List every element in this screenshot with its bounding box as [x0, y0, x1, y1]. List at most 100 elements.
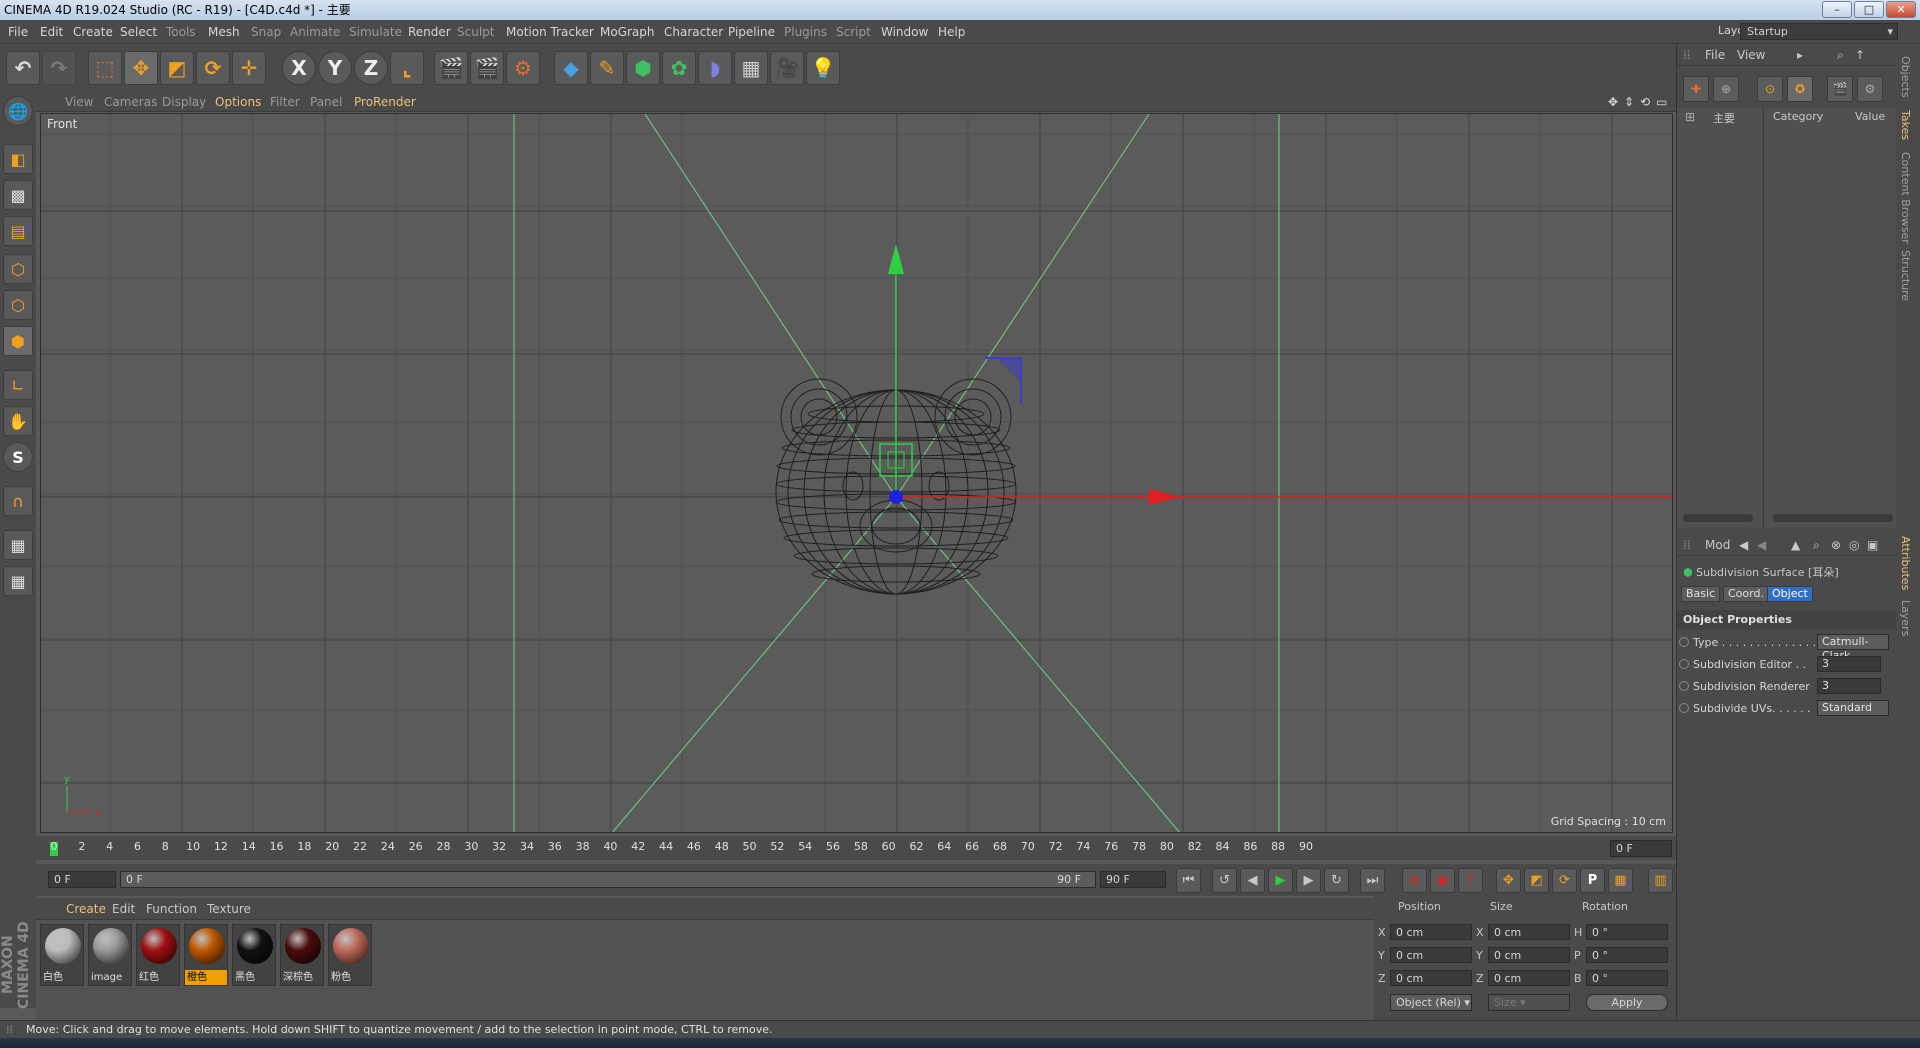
takes-add-icon[interactable]: ⊕: [1713, 76, 1739, 102]
menu-sculpt[interactable]: Sculpt: [457, 25, 494, 39]
position-y-field[interactable]: 0 cm: [1390, 947, 1472, 963]
record-parameter-button[interactable]: P: [1580, 868, 1605, 893]
side-tab-content-browser[interactable]: Content Browser: [1899, 152, 1912, 244]
tab-basic[interactable]: Basic: [1681, 586, 1721, 602]
attributes-search-icon[interactable]: ⌕: [1813, 538, 1820, 553]
side-tab-structure[interactable]: Structure: [1899, 250, 1912, 301]
previous-frame-button[interactable]: ◀: [1240, 868, 1265, 893]
menu-character[interactable]: Character: [664, 25, 723, 39]
current-frame-field[interactable]: 0 F: [1610, 840, 1672, 857]
material-menu-create[interactable]: Create: [66, 902, 106, 916]
record-scale-button[interactable]: ◩: [1524, 868, 1549, 893]
position-z-field[interactable]: 0 cm: [1390, 970, 1472, 986]
takes-expand-icon[interactable]: ⊞: [1685, 110, 1695, 124]
coordinate-system-button[interactable]: ⌞: [390, 51, 424, 85]
attributes-lock-icon[interactable]: ⊗: [1831, 538, 1841, 552]
menu-script[interactable]: Script: [836, 25, 871, 39]
add-light-button[interactable]: 💡: [806, 51, 840, 85]
add-deformer-button[interactable]: ◗: [698, 51, 732, 85]
add-spline-button[interactable]: ✎: [590, 51, 624, 85]
viewport-menu-options[interactable]: Options: [215, 95, 261, 109]
close-button[interactable]: ✕: [1886, 1, 1916, 18]
side-tab-layers[interactable]: Layers: [1899, 600, 1912, 636]
material-swatch[interactable]: image: [88, 924, 132, 986]
viewport-rotate-icon[interactable]: ⟲: [1640, 95, 1650, 109]
rotation-b-field[interactable]: 0 °: [1586, 970, 1668, 986]
axis-mode-button[interactable]: ∟: [3, 370, 33, 400]
position-x-field[interactable]: 0 cm: [1390, 924, 1472, 940]
material-swatch[interactable]: 橙色: [184, 924, 228, 986]
texture-mode-button[interactable]: ▩: [3, 180, 33, 210]
coordinate-mode-dropdown[interactable]: Object (Rel) ▾: [1390, 994, 1472, 1011]
add-cube-button[interactable]: ◆: [554, 51, 588, 85]
menu-plugins[interactable]: Plugins: [784, 25, 827, 39]
previous-key-button[interactable]: ↺: [1212, 868, 1237, 893]
go-to-end-button[interactable]: ⏭: [1360, 868, 1385, 893]
size-mode-dropdown[interactable]: Size ▾: [1488, 994, 1570, 1011]
menu-create[interactable]: Create: [73, 25, 113, 39]
live-selection-button[interactable]: ⬚: [88, 51, 122, 85]
menu-mograph[interactable]: MoGraph: [600, 25, 655, 39]
attributes-forward-icon[interactable]: ◀: [1757, 538, 1766, 552]
viewport-menu-prorender[interactable]: ProRender: [354, 95, 416, 109]
tweak-mode-button[interactable]: ✋: [3, 406, 33, 436]
recent-tool-button[interactable]: ✛: [232, 51, 266, 85]
attributes-new-icon[interactable]: ▣: [1867, 538, 1878, 552]
model-mode-button[interactable]: ◧: [3, 144, 33, 174]
takes-scrollbar-left[interactable]: [1683, 514, 1753, 522]
menu-snap[interactable]: Snap: [251, 25, 281, 39]
viewport-move-icon[interactable]: ✥: [1608, 95, 1618, 109]
menu-render[interactable]: Render: [408, 25, 451, 39]
takes-clapboard-icon[interactable]: 🎬: [1827, 76, 1853, 102]
menu-tools[interactable]: Tools: [166, 25, 196, 39]
animate-dot-icon[interactable]: [1679, 681, 1689, 691]
z-axis-lock-button[interactable]: Z: [354, 51, 388, 85]
workplane-mode-button[interactable]: ▤: [3, 216, 33, 246]
minimize-button[interactable]: –: [1822, 1, 1852, 18]
maximize-button[interactable]: □: [1854, 1, 1884, 18]
end-frame-field[interactable]: 90 F: [1100, 871, 1166, 888]
x-axis-lock-button[interactable]: X: [282, 51, 316, 85]
material-swatch[interactable]: 粉色: [328, 924, 372, 986]
menu-edit[interactable]: Edit: [40, 25, 63, 39]
move-tool-button[interactable]: ✥: [124, 51, 158, 85]
size-y-field[interactable]: 0 cm: [1488, 947, 1570, 963]
menu-help[interactable]: Help: [938, 25, 965, 39]
menu-file[interactable]: File: [8, 25, 28, 39]
takes-autotake-icon[interactable]: ✪: [1787, 76, 1813, 102]
side-tab-objects[interactable]: Objects: [1899, 56, 1912, 98]
menu-select[interactable]: Select: [120, 25, 157, 39]
add-camera-button[interactable]: 🎥: [770, 51, 804, 85]
planar-workplane-button[interactable]: ▦: [3, 566, 33, 596]
timeline-ruler[interactable]: 0 2 4 6 8 10 12 14 16 18 20 22 24 26 28 30 32 34 36 38 40 42 4…: [36, 836, 1676, 860]
material-swatch[interactable]: 白色: [40, 924, 84, 986]
animate-dot-icon[interactable]: [1679, 637, 1689, 647]
polygons-mode-button[interactable]: ⬢: [3, 326, 33, 356]
size-x-field[interactable]: 0 cm: [1488, 924, 1570, 940]
material-swatch[interactable]: 深棕色: [280, 924, 324, 986]
viewport-menu-view[interactable]: View: [65, 95, 93, 109]
keyframe-selection-button[interactable]: ?: [1458, 868, 1483, 893]
record-rotation-button[interactable]: ⟳: [1552, 868, 1577, 893]
viewport-menu-display[interactable]: Display: [162, 95, 206, 109]
attributes-back-icon[interactable]: ◀: [1739, 538, 1748, 552]
takes-scrollbar-right[interactable]: [1773, 514, 1893, 522]
takes-override-icon[interactable]: ⊙: [1757, 76, 1783, 102]
attributes-up-icon[interactable]: ▲: [1791, 538, 1800, 552]
takes-more-arrow-icon[interactable]: ▸: [1797, 48, 1803, 62]
takes-lock-icon[interactable]: ⚙: [1857, 76, 1883, 102]
menu-mesh[interactable]: Mesh: [208, 25, 240, 39]
menu-simulate[interactable]: Simulate: [349, 25, 402, 39]
viewport-menu-cameras[interactable]: Cameras: [104, 95, 157, 109]
prop-subdiv-renderer-field[interactable]: 3: [1817, 678, 1881, 694]
frame-range-slider[interactable]: 0 F 90 F: [120, 871, 1096, 888]
render-settings-button[interactable]: ⚙: [506, 51, 540, 85]
viewport-menu-filter[interactable]: Filter: [270, 95, 300, 109]
timeline-window-button[interactable]: ▥: [1648, 868, 1673, 893]
prop-subdiv-editor-field[interactable]: 3: [1817, 656, 1881, 672]
tab-object[interactable]: Object: [1767, 586, 1813, 602]
material-swatch[interactable]: 黑色: [232, 924, 276, 986]
viewport-toggle-icon[interactable]: ▭: [1656, 95, 1667, 109]
rotation-h-field[interactable]: 0 °: [1586, 924, 1668, 940]
apply-button[interactable]: Apply: [1586, 994, 1668, 1011]
